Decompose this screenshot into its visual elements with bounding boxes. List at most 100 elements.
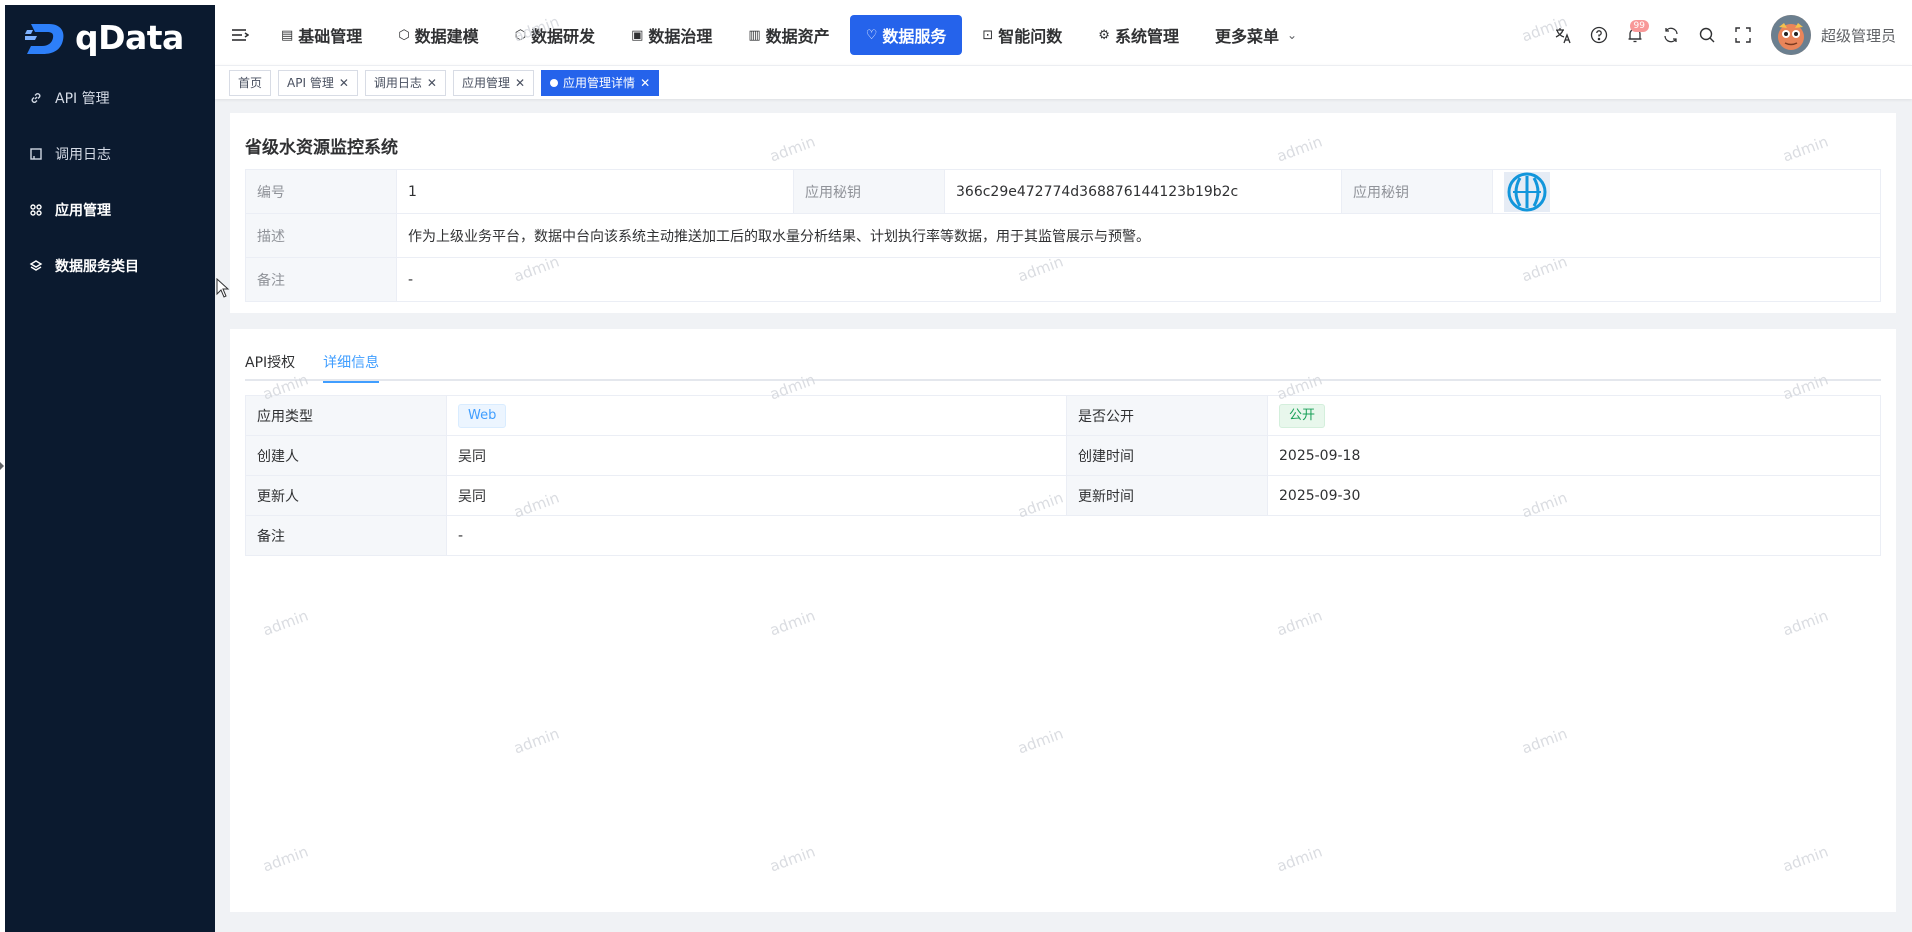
tag-label: 应用管理: [461, 76, 510, 90]
public-tag: 公开: [1279, 403, 1326, 428]
nav-service[interactable]: ♡ 数据服务: [849, 15, 963, 55]
tag-label: API 管理: [287, 76, 334, 90]
secret-value: 366c29e472774d368876144123b19b2c: [944, 169, 1342, 214]
nav-label: 数据研发: [531, 27, 596, 46]
close-icon[interactable]: ✕: [515, 76, 525, 90]
app-title: 省级水资源监控系统: [245, 137, 398, 158]
tag-apps[interactable]: 应用管理 ✕: [452, 69, 535, 96]
hexagon-icon: ⬡: [514, 27, 527, 43]
doc-icon: ▤: [281, 27, 294, 43]
username[interactable]: 超级管理员: [1821, 25, 1896, 46]
logo[interactable]: qData: [5, 5, 215, 70]
public-cell: 公开: [1267, 395, 1881, 436]
nav-assets[interactable]: ▥ 数据资产: [732, 15, 845, 55]
collapse-menu-button[interactable]: [215, 5, 265, 65]
detail-remark-value: -: [446, 515, 1881, 556]
chevron-down-icon: ⌄: [1286, 28, 1298, 42]
fullscreen-icon[interactable]: [1725, 17, 1761, 53]
heart-icon: ♡: [865, 27, 878, 43]
tab-details[interactable]: 详细信息: [323, 343, 380, 383]
nav-label: 系统管理: [1114, 27, 1179, 46]
nav-label: 智能问数: [998, 27, 1063, 46]
search-icon[interactable]: [1689, 17, 1725, 53]
nav-modeling[interactable]: ⬡ 数据建模: [382, 15, 494, 55]
public-label: 是否公开: [1066, 395, 1268, 436]
avatar-image: [1770, 15, 1811, 55]
sidebar-menu: API 管理 调用日志 应用管理 数据服务类目: [5, 70, 215, 294]
table-row: 描述 作为上级业务平台，数据中台向该系统主动推送加工后的取水量分析结果、计划执行…: [245, 213, 1881, 258]
help-icon[interactable]: [1581, 17, 1617, 53]
close-icon[interactable]: ✕: [640, 76, 650, 90]
table-row: 编号 1 应用秘钥 366c29e472774d368876144123b19b…: [245, 169, 1881, 214]
logo-mark-icon: [25, 23, 64, 54]
updater-label: 更新人: [245, 475, 447, 516]
detail-tabs: API授权 详细信息: [245, 343, 1881, 383]
header-tools: 99 超级管理员: [1545, 5, 1912, 65]
nav-basic[interactable]: ▤ 基础管理: [265, 15, 378, 55]
id-value: 1: [396, 169, 794, 214]
top-nav: ▤ 基础管理 ⬡ 数据建模 ⬡ 数据研发 ▣ 数据治理 ▥ 数据资产 ♡ 数据服务 ⊡ 智能问…: [265, 5, 1317, 65]
app-info-card: 省级水资源监控系统 编号 1 应用秘钥 366c29e472774d368876…: [230, 113, 1896, 313]
active-dot-icon: [550, 78, 559, 87]
table-row: 创建人 吴同 创建时间 2025-09-18: [245, 435, 1881, 476]
notification-badge: 99: [1629, 20, 1649, 32]
cube-icon: ⬡: [398, 27, 410, 43]
nav-system[interactable]: ⚙ 系统管理: [1082, 15, 1195, 55]
icon-label: 应用秘钥: [1341, 169, 1493, 214]
app-icon-cell: [1492, 169, 1881, 214]
type-cell: Web: [446, 395, 1067, 436]
secret-label: 应用秘钥: [793, 169, 945, 214]
refresh-icon[interactable]: [1653, 17, 1689, 53]
detail-remark-label: 备注: [245, 515, 447, 556]
close-icon[interactable]: ✕: [427, 76, 437, 90]
top-header: ▤ 基础管理 ⬡ 数据建模 ⬡ 数据研发 ▣ 数据治理 ▥ 数据资产 ♡ 数据服务 ⊡ 智能问…: [215, 0, 1912, 65]
nav-dev[interactable]: ⬡ 数据研发: [499, 15, 611, 55]
nav-more[interactable]: 更多菜单 ⌄: [1199, 15, 1313, 55]
avatar[interactable]: [1770, 15, 1811, 55]
updated-label: 更新时间: [1066, 475, 1268, 516]
id-label: 编号: [245, 169, 397, 214]
sidebar-item-label: 应用管理: [55, 203, 111, 219]
creator-value: 吴同: [446, 435, 1067, 476]
expand-arrow-icon[interactable]: [0, 462, 5, 470]
detail-table: 应用类型 Web 是否公开 公开 创建人 吴同 创建时间 2025-09-18 …: [245, 395, 1881, 556]
sidebar-item-label: API 管理: [55, 91, 110, 107]
desc-label: 描述: [245, 213, 397, 258]
translate-icon[interactable]: [1545, 17, 1581, 53]
tag-api[interactable]: API 管理 ✕: [278, 69, 358, 96]
logo-text: qData: [75, 18, 184, 57]
updated-value: 2025-09-30: [1267, 475, 1881, 516]
sidebar-item-apps[interactable]: 应用管理: [5, 182, 215, 238]
table-row: 更新人 吴同 更新时间 2025-09-30: [245, 475, 1881, 516]
desc-value: 作为上级业务平台，数据中台向该系统主动推送加工后的取水量分析结果、计划执行率等数…: [396, 213, 1881, 258]
tab-api-auth[interactable]: API授权: [245, 343, 295, 381]
created-value: 2025-09-18: [1267, 435, 1881, 476]
app-info-table: 编号 1 应用秘钥 366c29e472774d368876144123b19b…: [245, 169, 1881, 302]
table-row: 备注 -: [245, 257, 1881, 302]
sidebar-item-log[interactable]: 调用日志: [5, 126, 215, 182]
bell-icon[interactable]: 99: [1617, 17, 1653, 53]
link-icon: [27, 89, 45, 107]
tag-label: 调用日志: [373, 76, 422, 90]
nav-ai[interactable]: ⊡ 智能问数: [966, 15, 1078, 55]
tags-view: 首页 API 管理 ✕ 调用日志 ✕ 应用管理 ✕ 应用管理详情 ✕: [215, 65, 1912, 99]
app-logo-icon: [1504, 171, 1550, 212]
tag-home[interactable]: 首页: [229, 69, 272, 96]
detail-card: API授权 详细信息 应用类型 Web 是否公开 公开 创建人 吴同 创建时间 …: [230, 329, 1896, 912]
created-label: 创建时间: [1066, 435, 1268, 476]
tag-log[interactable]: 调用日志 ✕: [364, 69, 446, 96]
updater-value: 吴同: [446, 475, 1067, 516]
table-row: 备注 -: [245, 515, 1881, 556]
close-icon[interactable]: ✕: [339, 76, 349, 90]
gear-icon: ⚙: [1098, 27, 1110, 43]
sidebar-item-categories[interactable]: 数据服务类目: [5, 238, 215, 294]
sidebar-item-api[interactable]: API 管理: [5, 70, 215, 126]
tag-app-detail[interactable]: 应用管理详情 ✕: [541, 69, 660, 96]
nav-label: 数据服务: [882, 27, 947, 46]
nav-label: 更多菜单: [1214, 27, 1279, 46]
layers-icon: [27, 257, 45, 275]
hamburger-icon: [232, 29, 249, 41]
tag-label: 首页: [238, 76, 263, 90]
nav-governance[interactable]: ▣ 数据治理: [615, 15, 728, 55]
tag-label: 应用管理详情: [563, 76, 636, 90]
